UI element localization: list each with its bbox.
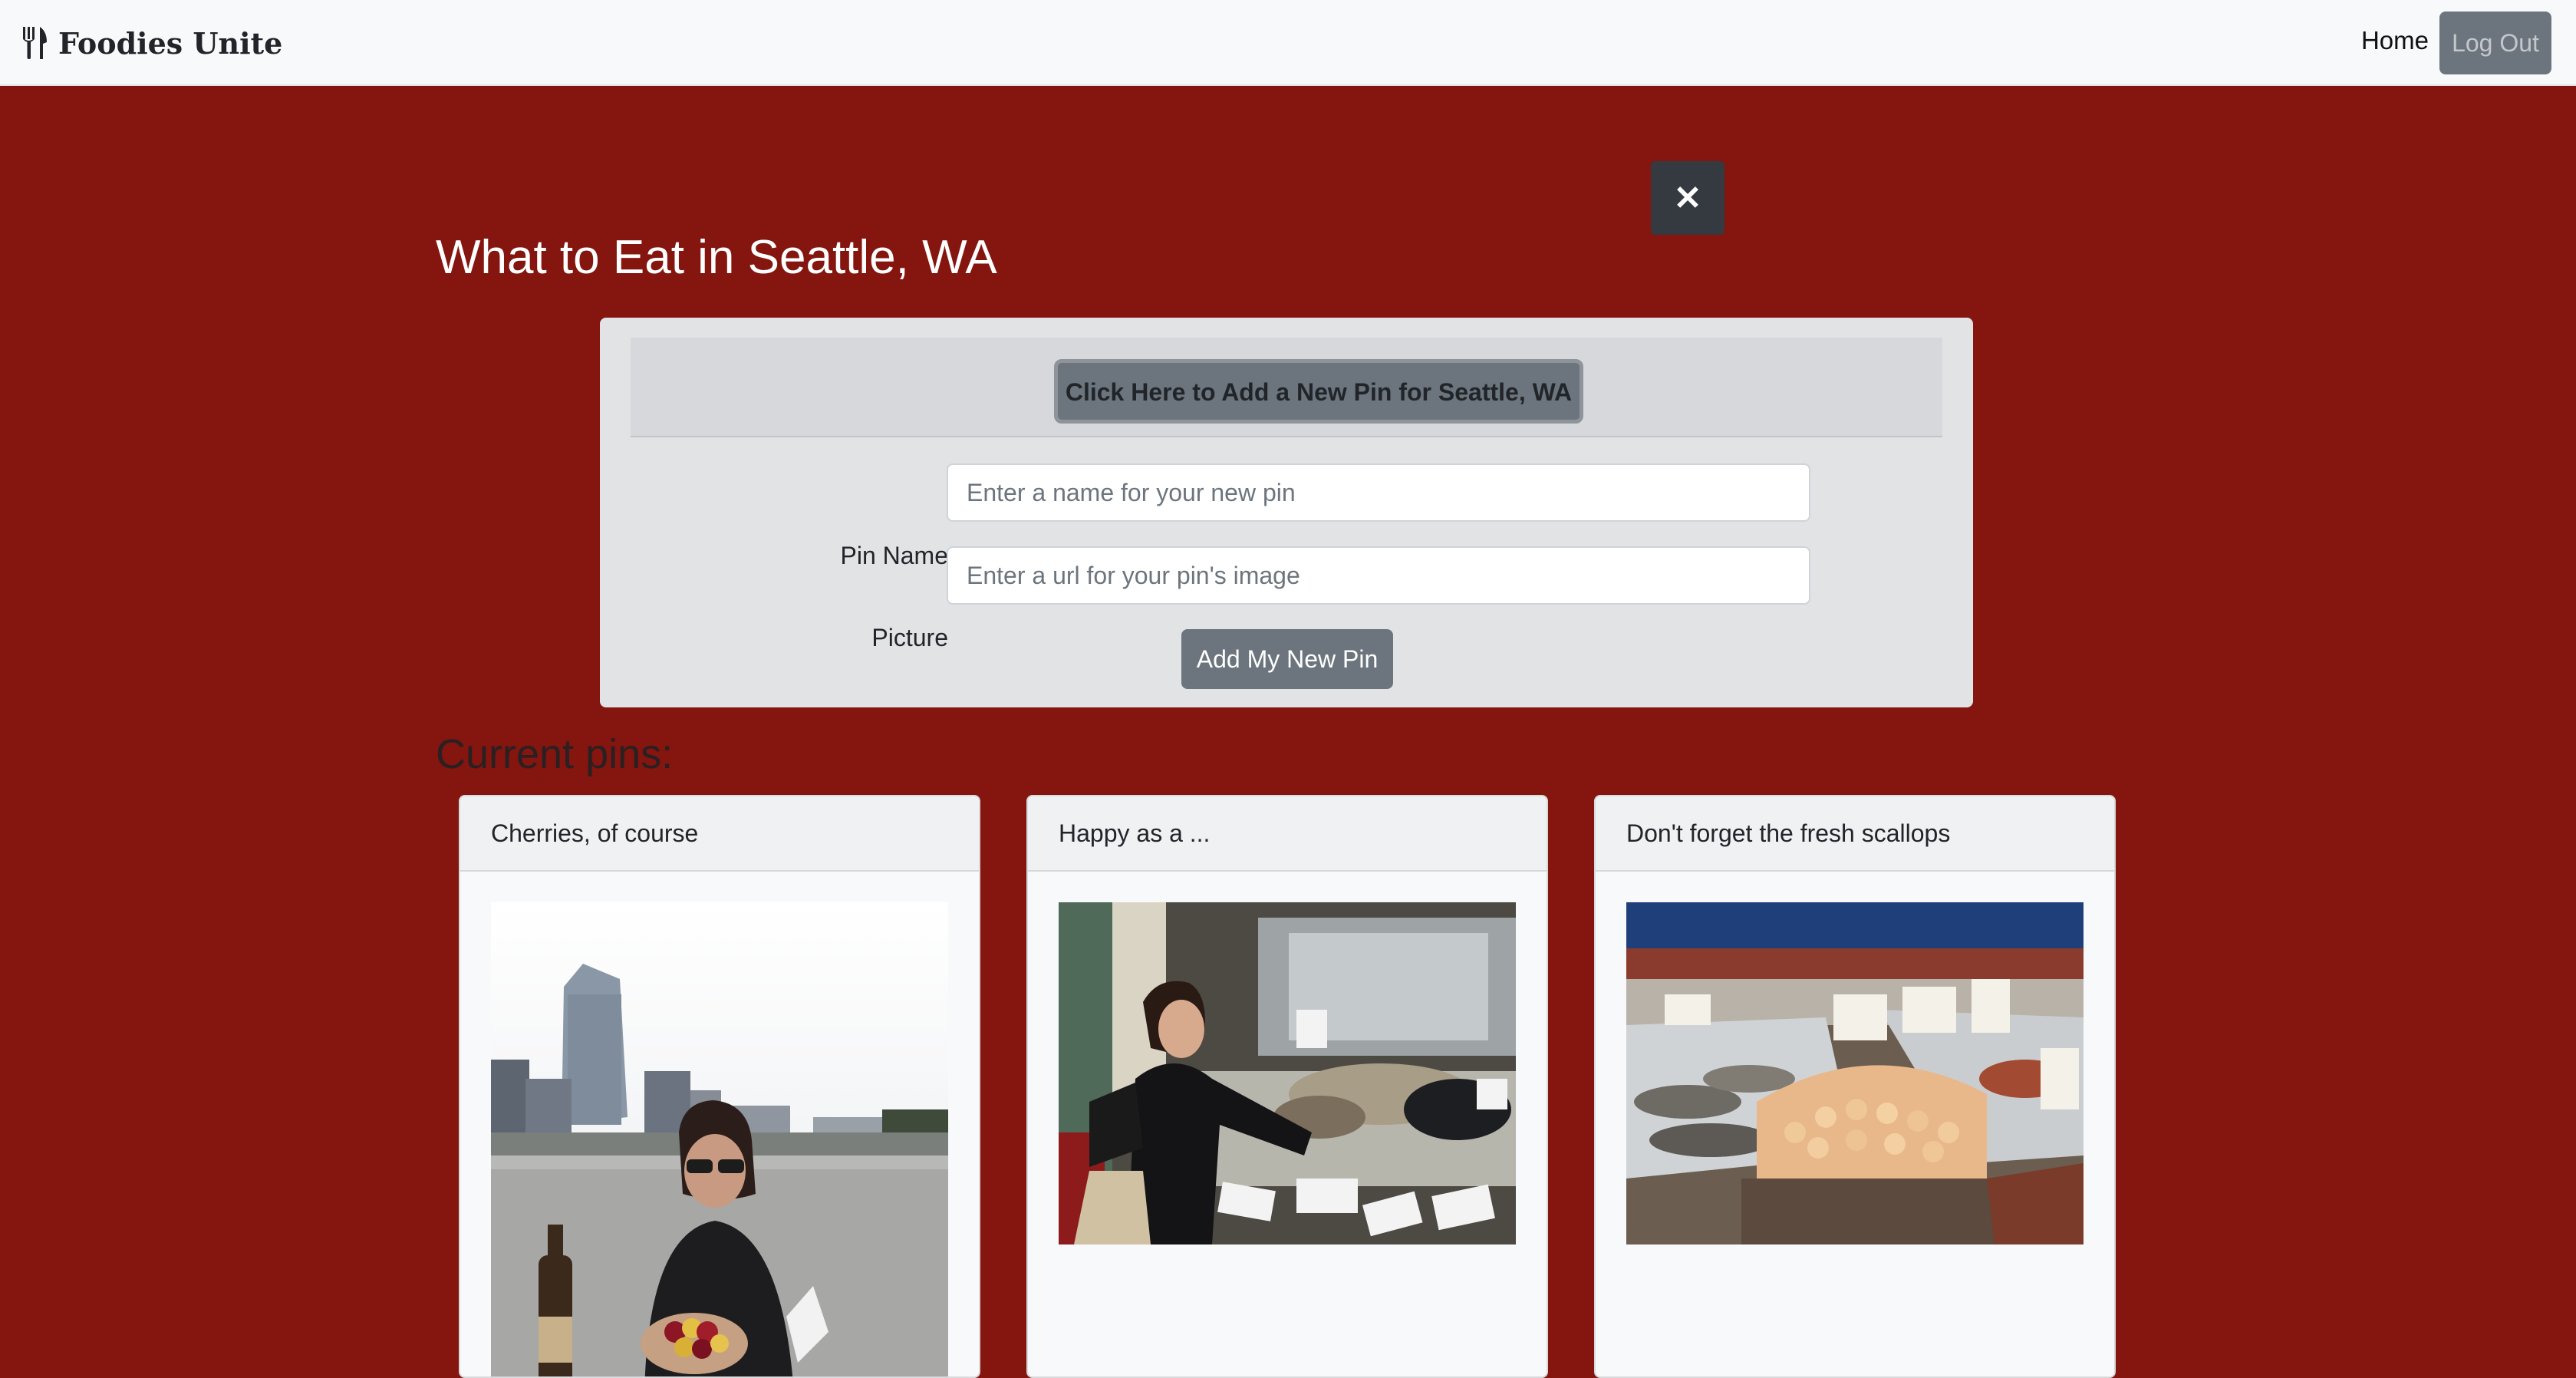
top-navbar: Foodies Unite Home Log Out	[0, 0, 2576, 86]
pin-image	[1626, 902, 2084, 1244]
brand-link[interactable]: Foodies Unite	[21, 23, 282, 63]
pin-card[interactable]: Cherries, of course	[459, 795, 980, 1378]
current-pins-heading: Current pins:	[436, 731, 674, 777]
picture-url-input[interactable]	[947, 546, 1810, 605]
pin-name-label: Pin Name	[840, 542, 949, 569]
add-pin-submit-button[interactable]: Add My New Pin	[1181, 629, 1393, 689]
pin-image	[1059, 902, 1516, 1244]
nav-home-link[interactable]: Home	[2361, 26, 2429, 55]
pin-card[interactable]: Happy as a ...	[1026, 795, 1548, 1378]
close-button[interactable]: ✕	[1651, 161, 1724, 235]
add-pin-card: Click Here to Add a New Pin for Seattle,…	[600, 318, 1973, 707]
fork-knife-icon	[23, 27, 47, 59]
picture-label: Picture	[871, 624, 948, 651]
pin-card-title: Don't forget the fresh scallops	[1596, 796, 2114, 872]
brand-name: Foodies Unite	[58, 25, 283, 61]
pin-card-title: Cherries, of course	[460, 796, 979, 872]
logout-button[interactable]: Log Out	[2439, 12, 2551, 74]
close-icon: ✕	[1673, 179, 1702, 217]
pin-image	[491, 902, 948, 1376]
pin-name-input[interactable]	[947, 463, 1810, 522]
pin-card-title: Happy as a ...	[1028, 796, 1547, 872]
add-pin-toggle-button[interactable]: Click Here to Add a New Pin for Seattle,…	[1054, 359, 1583, 424]
page-title: What to Eat in Seattle, WA	[436, 231, 997, 284]
add-pin-card-header: Click Here to Add a New Pin for Seattle,…	[631, 338, 1942, 437]
pin-card[interactable]: Don't forget the fresh scallops	[1594, 795, 2116, 1378]
